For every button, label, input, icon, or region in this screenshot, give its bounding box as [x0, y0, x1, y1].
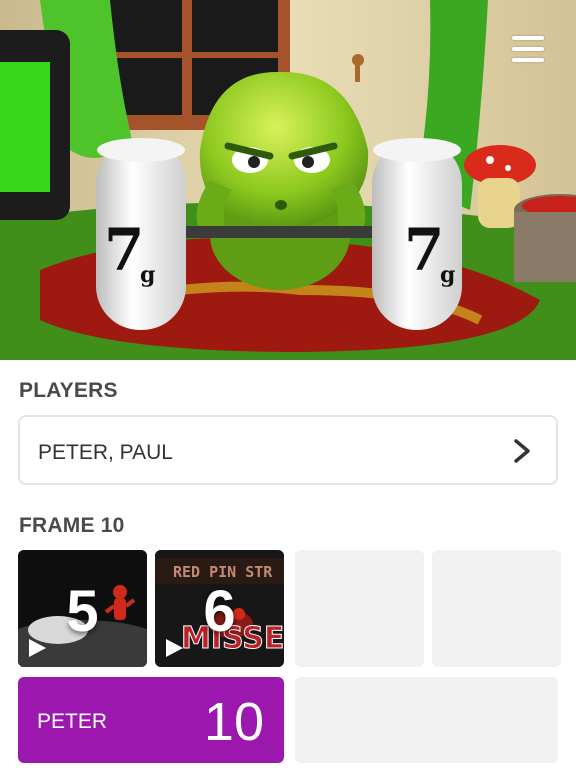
frame-video-tile-2[interactable]: RED PIN STR MISSE 6: [155, 550, 284, 667]
video-number: 5: [66, 579, 99, 644]
players-value: PETER, PAUL: [38, 441, 173, 464]
hamburger-menu-icon[interactable]: [512, 36, 544, 66]
chevron-right-icon: [514, 439, 530, 463]
play-icon: [29, 639, 46, 657]
hero-illustration: 7 g 7 g: [0, 0, 576, 360]
player-score-card[interactable]: PETER 10: [18, 677, 284, 763]
player-score: 10: [203, 692, 264, 752]
frame-empty-slot-3: [295, 550, 424, 667]
right-weight-number: 7: [404, 216, 444, 284]
weightlifting-frog-artwork: 7 g 7 g: [0, 0, 576, 360]
frame-video-tile-1[interactable]: 5: [18, 550, 147, 667]
empty-score-card: [295, 677, 558, 763]
players-label: PLAYERS: [19, 379, 118, 402]
play-icon: [166, 639, 183, 657]
players-selector[interactable]: PETER, PAUL: [18, 415, 558, 485]
left-weight-number: 7: [104, 216, 144, 284]
frame-empty-slot-4: [432, 550, 561, 667]
right-weight-unit: g: [440, 262, 455, 288]
video-number: 6: [203, 579, 236, 644]
frame-label: FRAME 10: [19, 514, 125, 537]
player-name: PETER: [37, 710, 108, 733]
left-weight-unit: g: [140, 262, 155, 288]
